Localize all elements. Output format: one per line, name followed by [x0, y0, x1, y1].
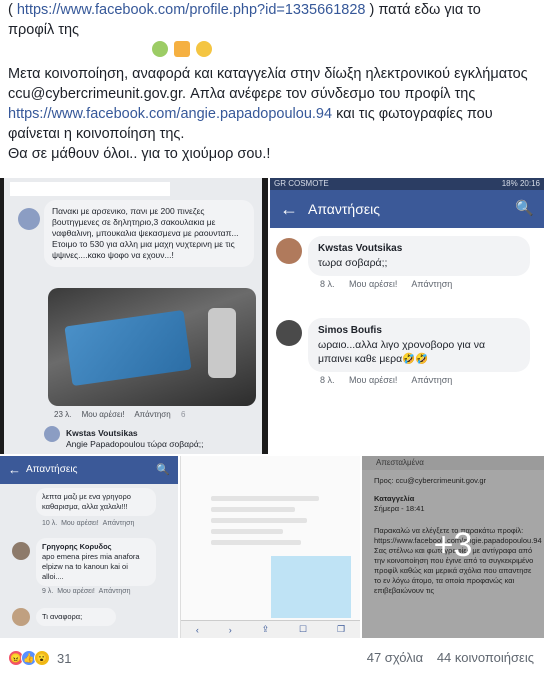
like-link[interactable]: Μου αρέσει!	[349, 375, 397, 385]
forward-icon[interactable]: ›	[229, 625, 232, 635]
avatar	[276, 320, 302, 346]
shares-count[interactable]: 44 κοινοποιήσεις	[437, 650, 534, 665]
like-link[interactable]: Μου αρέσει!	[61, 520, 99, 527]
like-link[interactable]: Μου αρέσει!	[82, 410, 125, 419]
comment-photo	[48, 288, 256, 406]
comment-bubble: Simos Boufis ωραιο...αλλα λιγο χρονοβορο…	[308, 318, 530, 372]
line1-suffix: ) πατά εδω για το	[365, 2, 481, 18]
comment-time: 9 λ.	[42, 588, 54, 595]
app-bar: ← Απαντήσεις 🔍	[270, 190, 544, 228]
comment-meta: 9 λ. Μου αρέσει! Απάντηση	[42, 588, 131, 595]
avatar	[44, 426, 60, 442]
tabs-icon[interactable]: ❐	[337, 624, 345, 635]
line2-text: προφίλ της	[8, 22, 79, 38]
reply-link[interactable]: Απάντηση	[411, 279, 452, 289]
avatar	[12, 608, 30, 626]
profile-link[interactable]: https://www.facebook.com/profile.php?id=…	[17, 2, 366, 18]
back-icon[interactable]: ‹	[196, 625, 199, 635]
avatar	[276, 238, 302, 264]
like-link[interactable]: Μου αρέσει!	[349, 279, 397, 289]
comment-text: ωραιο...αλλα λιγο χρονοβορο για να μπαιν…	[318, 339, 486, 365]
blurred-image	[271, 556, 351, 618]
comment-meta: 10 λ. Μου αρέσει! Απάντηση	[42, 520, 134, 527]
photo-4[interactable]: ‹ › ⇪ ☐ ❐	[180, 456, 360, 638]
app-bar-title: Απαντήσεις	[308, 201, 380, 217]
reply-link[interactable]: Απάντηση	[411, 375, 452, 385]
reply-link[interactable]: Απάντηση	[103, 520, 135, 527]
comment-time: 23 λ.	[54, 410, 72, 419]
comment-text: τωρα σοβαρά;;	[318, 257, 388, 269]
comment-bubble: Γρηγορης Κορυδος apo emena pires mia ana…	[36, 538, 156, 586]
angry-cat-icon	[196, 41, 213, 57]
comment-author: Simos Boufis	[318, 325, 382, 336]
reaction-count: 6	[180, 410, 186, 419]
paragraph-c: Θα σε μάθουν όλοι.. για το χιούμορ σου.!	[8, 146, 271, 162]
comment-author: Kwstas Voutsikas	[318, 243, 403, 254]
wow-reaction-icon: 😮	[34, 650, 50, 666]
comment-meta: 8 λ. Μου αρέσει! Απάντηση	[308, 375, 530, 385]
status-bar: GR COSMOTE 18% 20:16	[270, 178, 544, 190]
sick-face-icon	[152, 41, 169, 57]
more-photos-count[interactable]: +3	[362, 526, 544, 565]
thumbs-down-icon	[174, 41, 191, 57]
photo-3[interactable]: ← Απαντήσεις 🔍 λεπτα μαζι με ενα γρηγορο…	[0, 456, 178, 638]
comment-time: 8 λ.	[320, 279, 335, 289]
comment-meta: 8 λ. Μου αρέσει! Απάντηση	[308, 279, 530, 289]
redacted-area	[8, 43, 148, 58]
comment-meta: 23 λ. Μου αρέσει! Απάντηση 6	[54, 410, 185, 419]
post-stats: 47 σχόλια 44 κοινοποιήσεις	[357, 650, 534, 665]
nav-bar: ‹ › ⇪ ☐ ❐	[181, 620, 360, 638]
comment-bubble: Kwstas Voutsikas τωρα σοβαρά;;	[308, 236, 530, 276]
battery-time: 18% 20:16	[501, 179, 540, 188]
share-icon[interactable]: ⇪	[262, 624, 270, 635]
redacted-area	[10, 182, 170, 196]
bookmarks-icon[interactable]: ☐	[299, 624, 307, 635]
app-bar: ← Απαντήσεις 🔍	[0, 456, 178, 484]
post-footer: 😠 👍 😮 31 47 σχόλια 44 κοινοποιήσεις	[0, 642, 544, 677]
app-bar-title: Απαντήσεις	[26, 464, 78, 475]
search-icon[interactable]: 🔍	[515, 190, 534, 228]
reply-text: Angie Papadopoulou τώρα σοβαρά;;	[66, 439, 204, 449]
like-link[interactable]: Μου αρέσει!	[57, 588, 95, 595]
photo-5[interactable]: Απεσταλμένα Προς: ccu@cybercrimeunit.gov…	[362, 456, 544, 638]
avatar	[12, 542, 30, 560]
comment-bubble: Πανακι με αρσενικο, πανι με 200 πινεζες …	[44, 200, 254, 267]
list-item: Kwstas Voutsikas τωρα σοβαρά;; 8 λ. Μου …	[276, 236, 530, 289]
photo-2[interactable]: GR COSMOTE 18% 20:16 ← Απαντήσεις 🔍 Kwst…	[270, 178, 544, 454]
avatar	[18, 208, 40, 230]
comments-count[interactable]: 47 σχόλια	[367, 650, 423, 665]
comment-author: Γρηγορης Κορυδος	[42, 542, 112, 551]
comment-bubble: λεπτα μαζι με ενα γρηγορο καθαρισμα, αλλ…	[36, 488, 156, 516]
fb-profile-link[interactable]: https://www.facebook.com/angie.papadopou…	[8, 106, 332, 122]
reactions[interactable]: 😠 👍 😮 31	[8, 650, 71, 666]
reply-link[interactable]: Απάντηση	[134, 410, 170, 419]
bottle-shape	[208, 308, 236, 378]
reply-bubble: Kwstas Voutsikas Angie Papadopoulou τώρα…	[66, 428, 268, 450]
search-icon[interactable]: 🔍	[156, 456, 170, 484]
paragraph-a: Μετα κοινοποίηση, αναφορά και καταγγελία…	[8, 66, 528, 102]
post-text: ( https://www.facebook.com/profile.php?i…	[8, 0, 538, 164]
comment-bubble: Τι αναφορα;	[36, 608, 116, 626]
comment-panel: Πανακι με αρσενικο, πανι με 200 πινεζες …	[4, 178, 262, 454]
back-arrow-icon[interactable]: ←	[280, 190, 298, 228]
photo-1[interactable]: Πανακι με αρσενικο, πανι με 200 πινεζες …	[0, 178, 268, 454]
reply-link[interactable]: Απάντηση	[99, 588, 131, 595]
photo-grid[interactable]: Πανακι με αρσενικο, πανι με 200 πινεζες …	[0, 178, 544, 638]
reply-author: Kwstas Voutsikas	[66, 428, 138, 438]
list-item: Simos Boufis ωραιο...αλλα λιγο χρονοβορο…	[276, 318, 530, 385]
reaction-count[interactable]: 31	[57, 651, 71, 666]
blurred-content	[211, 496, 331, 551]
back-arrow-icon[interactable]: ←	[8, 456, 21, 484]
comment-time: 8 λ.	[320, 375, 335, 385]
comment-time: 10 λ.	[42, 520, 58, 527]
carrier-label: GR COSMOTE	[274, 179, 329, 188]
comment-text: apo emena pires mia anafora elpizw na to…	[42, 552, 140, 581]
paren-open: (	[8, 2, 17, 18]
package-shape	[64, 309, 192, 387]
